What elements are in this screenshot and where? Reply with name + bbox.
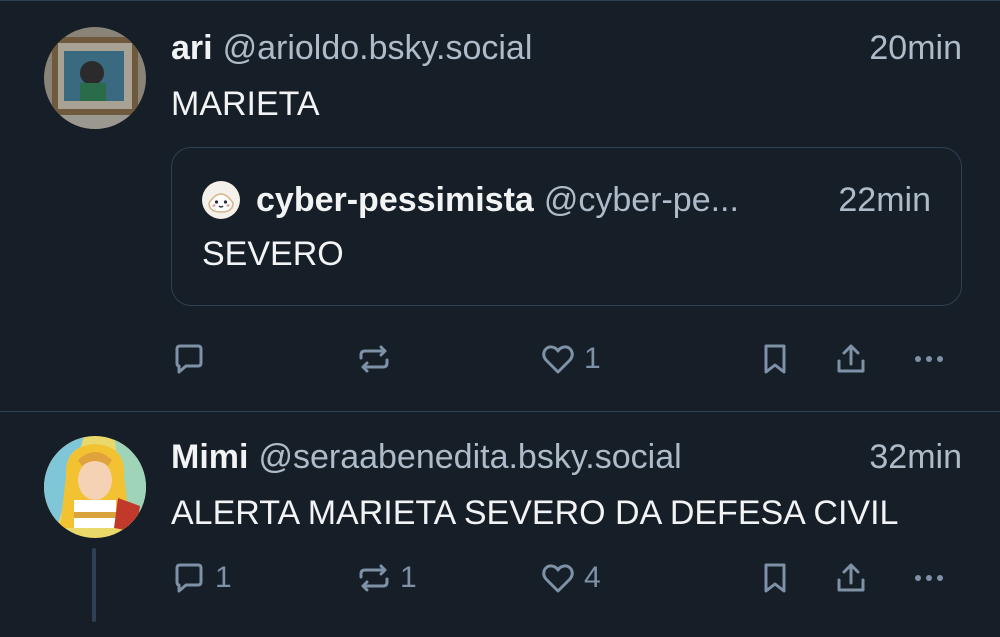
post[interactable]: Mimi @seraabenedita.bsky.social 32min AL…	[0, 411, 1000, 637]
quote-header: cyber-pessimista @cyber-pe... 22min	[202, 180, 931, 220]
avatar[interactable]	[44, 27, 146, 129]
reply-count: 1	[215, 561, 232, 594]
ellipsis-icon	[915, 356, 943, 362]
repost-button[interactable]	[356, 337, 400, 381]
feed: ari @arioldo.bsky.social 20min MARIETA c…	[0, 0, 1000, 637]
repost-arrows-icon	[359, 345, 389, 373]
author-name[interactable]: Mimi	[171, 437, 248, 477]
post-timestamp[interactable]: 32min	[869, 437, 962, 477]
bookmark-icon	[764, 344, 786, 374]
post[interactable]: ari @arioldo.bsky.social 20min MARIETA c…	[0, 0, 1000, 411]
like-button[interactable]: 1	[540, 337, 601, 381]
quote-timestamp[interactable]: 22min	[838, 180, 931, 220]
avatar[interactable]	[44, 436, 146, 538]
heart-icon	[542, 564, 574, 593]
share-button[interactable]	[833, 556, 869, 600]
share-icon	[837, 344, 865, 373]
repost-button[interactable]: 1	[356, 556, 417, 600]
reply-button[interactable]	[171, 337, 215, 381]
more-options-button[interactable]	[911, 337, 947, 381]
post-text: ALERTA MARIETA SEVERO DA DEFESA CIVIL	[171, 494, 899, 532]
ellipsis-icon	[915, 575, 943, 581]
author-handle[interactable]: @seraabenedita.bsky.social	[258, 437, 853, 477]
bookmark-icon	[764, 563, 786, 593]
quote-author-name[interactable]: cyber-pessimista	[256, 180, 534, 220]
chat-bubble-icon	[175, 563, 203, 593]
post-actions: 1	[171, 337, 962, 381]
repost-arrows-icon	[359, 564, 389, 592]
post-timestamp[interactable]: 20min	[869, 28, 962, 68]
quoted-post[interactable]: cyber-pessimista @cyber-pe... 22min SEVE…	[171, 147, 962, 306]
heart-icon	[542, 345, 574, 374]
share-icon	[837, 563, 865, 592]
like-count: 1	[584, 342, 601, 375]
like-button[interactable]: 4	[540, 556, 601, 600]
share-button[interactable]	[833, 337, 869, 381]
bookmark-button[interactable]	[757, 337, 793, 381]
author-handle[interactable]: @arioldo.bsky.social	[223, 28, 854, 68]
bookmark-button[interactable]	[757, 556, 793, 600]
author-name[interactable]: ari	[171, 28, 213, 68]
more-options-button[interactable]	[911, 556, 947, 600]
post-text: MARIETA	[171, 85, 320, 123]
like-count: 4	[584, 561, 601, 594]
quote-text: SEVERO	[202, 235, 344, 273]
chat-bubble-icon	[175, 344, 203, 374]
thread-line	[92, 548, 96, 622]
quote-author-handle[interactable]: @cyber-pe...	[544, 180, 739, 220]
post-header: Mimi @seraabenedita.bsky.social 32min	[171, 437, 962, 477]
reply-button[interactable]: 1	[171, 556, 232, 600]
post-header: ari @arioldo.bsky.social 20min	[171, 28, 962, 68]
post-actions: 1 1 4	[171, 556, 962, 600]
quote-avatar	[202, 181, 240, 219]
repost-count: 1	[400, 561, 417, 594]
